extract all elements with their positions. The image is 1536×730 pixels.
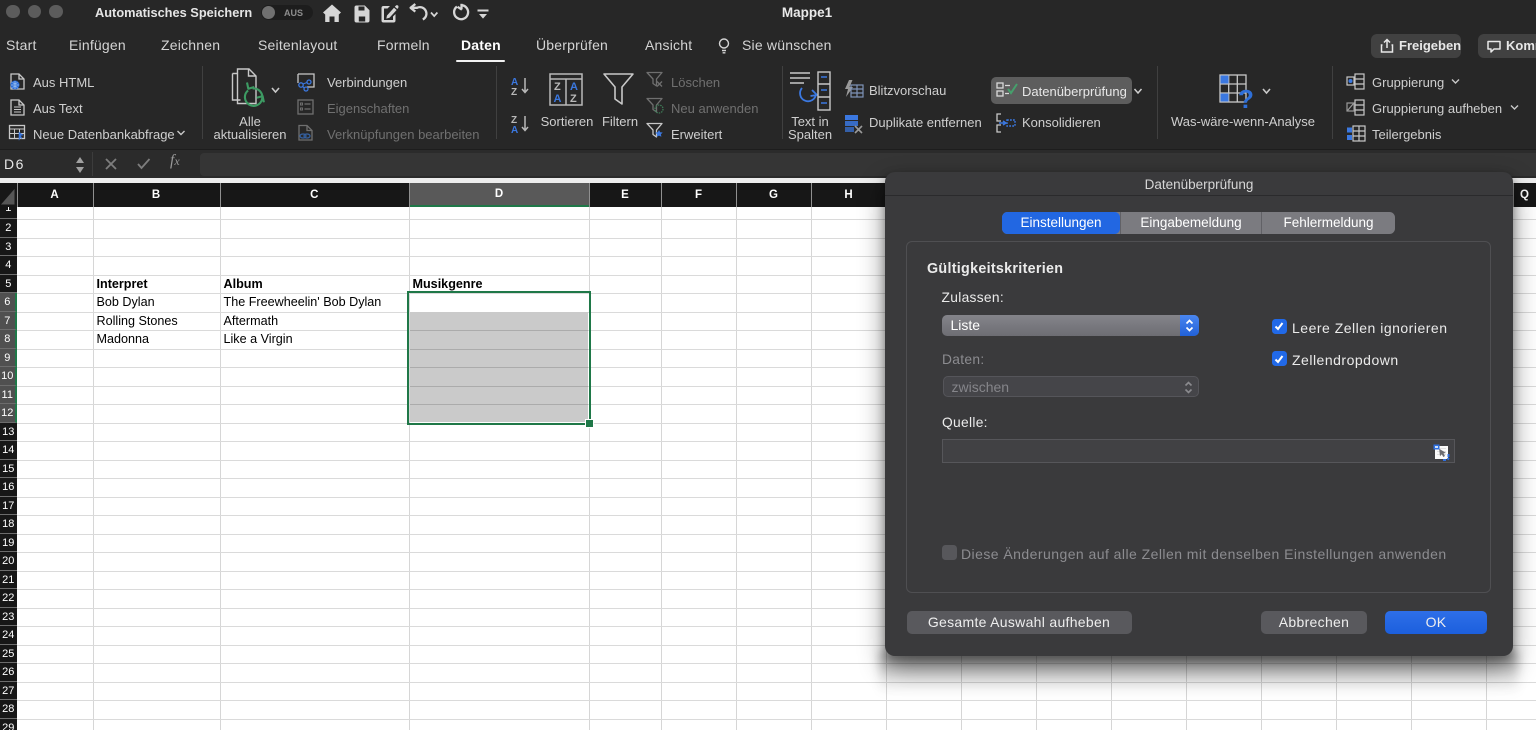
svg-text:A: A [570,81,578,93]
svg-text:Z: Z [554,81,561,93]
svg-text:A: A [554,93,562,105]
svg-text:Z: Z [511,87,517,98]
svg-text:Z: Z [570,93,577,105]
svg-text:A: A [511,125,518,136]
svg-text:?: ? [1238,84,1254,112]
